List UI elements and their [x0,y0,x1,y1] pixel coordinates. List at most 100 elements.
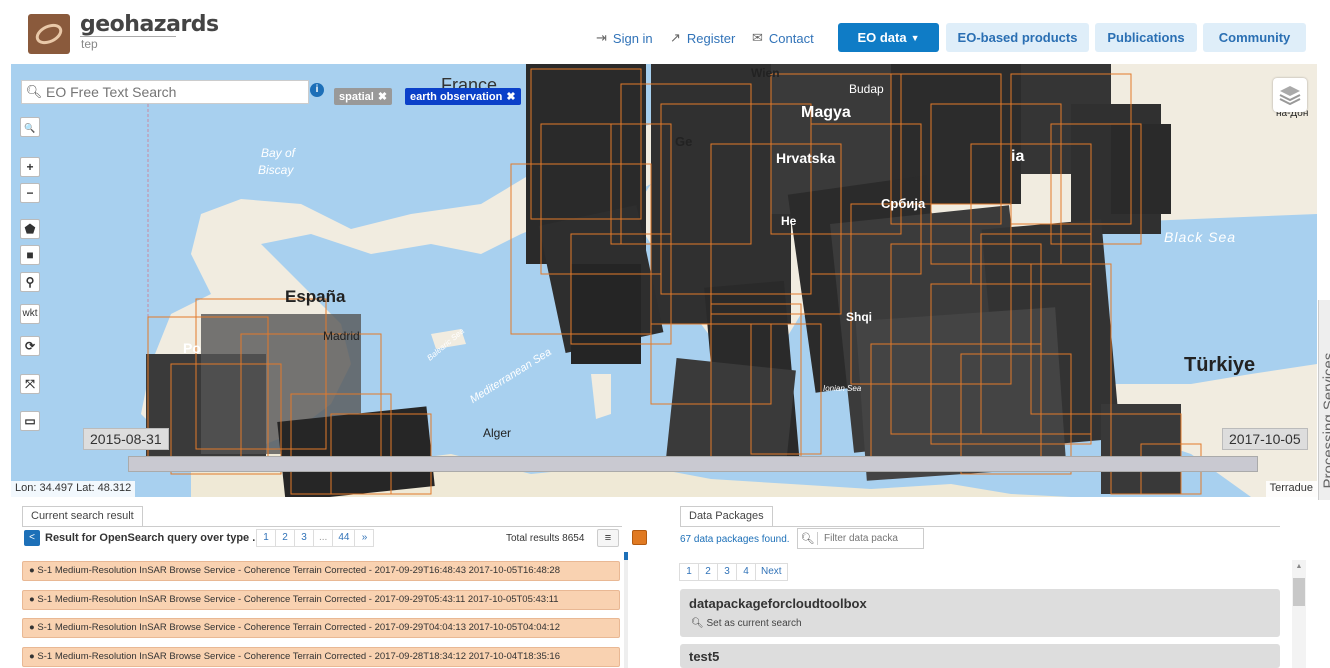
package-filter: 🔍︎ [797,528,924,549]
magnifier-icon: 🔍 [24,123,36,133]
eraser-icon: ▭ [24,414,36,428]
draw-point-button[interactable]: ⚲ [20,272,40,292]
earth-observation-filter-tag[interactable]: earth observation ✖ [405,88,521,105]
map-label-wien: Wien [751,66,780,80]
timeline-slider[interactable] [128,456,1258,472]
package-name: test5 [689,649,720,664]
results-scrollbar[interactable] [624,552,628,668]
remove-tag-icon[interactable]: ✖ [378,90,387,103]
map-label-turkiye: Türkiye [1184,354,1256,376]
page-44[interactable]: 44 [332,529,356,547]
caret-down-icon: ▼ [910,32,920,43]
tab-divider [22,526,622,527]
start-date-label: 2015-08-31 [83,428,169,450]
set-as-current-search-link[interactable]: 🔍︎ Set as current search [691,618,802,629]
info-icon[interactable]: i [310,83,324,97]
sign-in-icon: ⇥ [596,30,607,45]
page-3[interactable]: 3 [294,529,314,547]
map-label-madrid: Madrid [323,329,360,343]
total-results: Total results 8654 [506,533,585,544]
wkt-button[interactable]: wkt [20,304,40,324]
map-label-magya: Magya [801,104,851,121]
result-row[interactable]: ● S-1 Medium-Resolution InSAR Browse Ser… [22,561,620,581]
search-tool-button[interactable]: 🔍 [20,117,40,137]
globe-icon: ● [29,651,35,662]
contact-link[interactable]: ✉ Contact [752,30,814,46]
geohazards-logo-icon[interactable] [28,14,70,54]
layers-button[interactable] [1273,78,1307,112]
map-label-shqi: Shqi [846,310,872,324]
spatial-filter-tag[interactable]: spatial ✖ [334,88,393,105]
list-icon: ≡ [604,532,612,544]
coordinates-readout: Lon: 34.497 Lat: 48.312 [11,481,136,497]
results-pagination: 1 2 3 ... 44 » [256,529,375,547]
page-3[interactable]: 3 [717,563,737,581]
page-ellipsis: ... [313,529,334,547]
packages-count: 67 data packages found. [680,534,790,545]
eo-data-button[interactable]: EO data ▼ [838,23,939,52]
globe-icon: ● [29,594,35,605]
zoom-in-button[interactable]: + [20,157,40,177]
sign-in-link[interactable]: ⇥ Sign in [596,30,653,46]
package-filter-input[interactable] [818,533,918,544]
map-label-alger: Alger [483,426,512,440]
map-base [11,64,1317,497]
community-button[interactable]: Community [1203,23,1306,52]
result-row[interactable]: ● S-1 Medium-Resolution InSAR Browse Ser… [22,618,620,638]
page-1[interactable]: 1 [256,529,276,547]
eo-based-products-button[interactable]: EO-based products [946,23,1089,52]
result-row[interactable]: ● S-1 Medium-Resolution InSAR Browse Ser… [22,590,620,610]
map-label-hrvatska: Hrvatska [776,150,836,166]
page-next[interactable]: Next [755,563,788,581]
packages-scrollbar[interactable]: ▲ [1292,560,1306,668]
page-4[interactable]: 4 [736,563,756,581]
color-toggle-button[interactable] [632,530,647,545]
register-link[interactable]: ↗ Register [670,30,735,46]
zoom-out-button[interactable]: − [20,183,40,203]
minus-icon: − [26,186,34,200]
processing-services-tab[interactable]: Processing Services [1318,300,1330,500]
polygon-icon: ⬟ [24,222,36,236]
list-view-button[interactable]: ≡ [597,529,619,547]
globe-icon: ● [29,565,35,576]
refresh-icon: ⟳ [24,339,36,353]
fullscreen-button[interactable]: ⤧ [20,374,40,394]
search-icon: 🔍︎ [798,532,818,545]
draw-box-button[interactable]: ■ [20,245,40,265]
clear-button[interactable]: ▭ [20,411,40,431]
tab-data-packages[interactable]: Data Packages [680,506,773,527]
map-label-espana: España [285,287,346,306]
brand-subtitle: tep [81,37,98,51]
package-name: datapackageforcloudtoolbox [689,596,867,611]
scroll-up-icon[interactable]: ▲ [1292,560,1306,574]
share-icon[interactable]: < [24,530,40,546]
brand-title[interactable]: geohazards [80,12,219,37]
end-date-label: 2017-10-05 [1222,428,1308,450]
remove-tag-icon[interactable]: ✖ [506,90,515,103]
globe-icon: ● [29,622,35,633]
page-2[interactable]: 2 [698,563,718,581]
map-marker-icon: ⚲ [25,275,35,289]
draw-polygon-button[interactable]: ⬟ [20,219,40,239]
map-label-ge: Ge [675,134,693,149]
page-2[interactable]: 2 [275,529,295,547]
package-item[interactable]: datapackageforcloudtoolbox 🔍︎ Set as cur… [680,589,1280,637]
refresh-button[interactable]: ⟳ [20,336,40,356]
envelope-icon: ✉ [752,30,763,45]
map-label-bay: Bay of [261,146,296,160]
plus-icon: + [26,160,34,174]
package-item[interactable]: test5 [680,644,1280,668]
page-next[interactable]: » [354,529,375,547]
map-label-ionian: Ionian Sea [823,384,862,393]
search-icon: 🔍︎ [691,618,704,629]
search-icon: 🔍︎ [25,84,43,99]
map-label-black-sea: Black Sea [1164,229,1237,245]
publications-button[interactable]: Publications [1095,23,1197,52]
page-1[interactable]: 1 [679,563,699,581]
map-view[interactable]: France Bay of Biscay España Madrid Po Al… [11,64,1317,497]
map-label-srbija: Србија [881,196,926,211]
result-row[interactable]: ● S-1 Medium-Resolution InSAR Browse Ser… [22,647,620,667]
footprint-tiles [146,64,1181,497]
eo-free-text-search-input[interactable] [46,84,296,100]
tab-current-search-result[interactable]: Current search result [22,506,143,527]
